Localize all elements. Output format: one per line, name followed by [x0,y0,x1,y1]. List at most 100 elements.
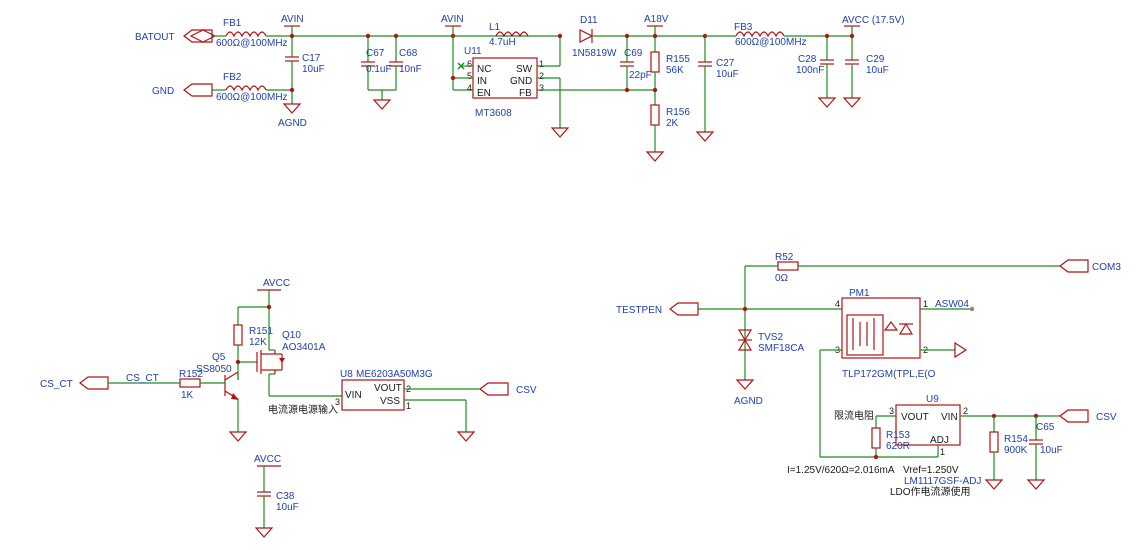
net-label-avcc-1: AVCC [257,278,290,291]
net-port-com3[interactable]: COM3 [1059,259,1121,273]
svg-text:10uF: 10uF [716,69,739,80]
svg-text:AVCC: AVCC [254,454,281,465]
svg-text:IN: IN [477,76,487,87]
svg-text:CSV: CSV [516,385,537,396]
svg-text:2: 2 [539,71,544,81]
svg-text:Q5: Q5 [212,352,226,363]
svg-text:R52: R52 [775,252,794,263]
net-label-agnd-2: AGND [734,396,763,407]
svg-text:CSV: CSV [1096,412,1117,423]
svg-text:ADJ: ADJ [930,435,949,446]
capacitor-c17[interactable]: C17 10uF [285,36,325,75]
svg-text:ME6203A50M3G: ME6203A50M3G [356,369,433,380]
resistor-r156[interactable]: R156 2K [650,104,690,129]
diode-d11[interactable]: D11 1N5819W [572,15,617,59]
capacitor-c27[interactable]: C27 10uF [698,36,739,132]
svg-text:GND: GND [510,76,532,87]
svg-text:0Ω: 0Ω [775,273,789,284]
inductor-l1[interactable]: L1 4.7uH [489,22,529,48]
note-vref: Vref=1.250V [903,465,959,476]
svg-text:C68: C68 [399,48,418,59]
net-port-batout[interactable]: BATOUT [135,29,217,43]
ground-icon [984,479,1004,490]
svg-text:LM1117GSF-ADJ: LM1117GSF-ADJ [904,476,981,487]
note-ldo: LDO作电流源使用 [890,485,971,498]
svg-text:1: 1 [406,401,411,411]
svg-text:5: 5 [467,71,472,81]
svg-text:Q10: Q10 [282,330,301,341]
net-port-gnd[interactable]: GND [152,83,213,97]
svg-text:A18V: A18V [644,14,669,25]
ferrite-fb2[interactable]: FB2 600Ω@100MHz [216,72,288,103]
svg-text:FB3: FB3 [734,22,753,33]
ground-icon [254,527,274,538]
svg-text:2: 2 [963,406,968,416]
net-port-csv-1[interactable]: CSV [479,382,537,396]
ground-icon [550,127,570,138]
svg-text:BATOUT: BATOUT [135,32,175,43]
svg-text:R155: R155 [666,54,690,65]
ic-u8-me6203[interactable]: U8 ME6203A50M3G VIN VOUT VSS 3 2 1 [335,369,433,411]
svg-text:AVIN: AVIN [441,14,464,25]
svg-text:2K: 2K [666,118,679,129]
svg-text:C67: C67 [366,48,385,59]
svg-text:1: 1 [923,299,928,309]
resistor-r155[interactable]: R155 56K [650,36,690,76]
svg-text:R152: R152 [179,369,203,380]
resistor-r151[interactable]: R151 12K [233,324,273,348]
svg-text:VIN: VIN [345,390,362,401]
net-port-cs-ct[interactable]: CS_CT [40,376,109,390]
net-label-avin-1: AVIN [281,14,304,36]
svg-text:VIN: VIN [941,412,958,423]
svg-text:3: 3 [889,406,894,416]
svg-text:1: 1 [539,59,544,69]
capacitor-c69[interactable]: C69 22pF [620,36,652,90]
svg-text:C28: C28 [798,54,817,65]
ground-icon [228,431,248,442]
resistor-r154[interactable]: R154 900K [989,416,1028,480]
svg-text:10nF: 10nF [399,64,422,75]
svg-text:1K: 1K [181,390,194,401]
capacitor-c29[interactable]: C29 10uF [845,36,889,98]
svg-text:3: 3 [539,83,544,93]
svg-text:VSS: VSS [380,396,400,407]
net-label-cs-ct: CS_CT [126,373,159,384]
svg-text:U11: U11 [464,46,482,57]
resistor-r152[interactable]: R152 1K [179,369,203,401]
svg-text:EN: EN [477,88,491,99]
resistor-r153[interactable]: R153 620R [871,427,910,452]
svg-text:C17: C17 [302,53,321,64]
svg-text:600Ω@100MHz: 600Ω@100MHz [735,37,807,48]
ground-agnd-symbol: AGND [278,103,307,129]
svg-text:1N5819W: 1N5819W [572,48,617,59]
net-port-testpen[interactable]: TESTPEN [616,302,699,316]
capacitor-c38[interactable]: C38 10uF [257,466,299,528]
ic-u11-mt3608[interactable]: U11 MT3608 NC IN EN SW GND FB 6 5 4 1 2 … [464,46,544,119]
svg-text:10uF: 10uF [302,64,325,75]
svg-text:4: 4 [467,83,472,93]
net-port-csv-2[interactable]: CSV [1059,409,1117,423]
svg-text:600Ω@100MHz: 600Ω@100MHz [216,92,288,103]
svg-text:VOUT: VOUT [901,412,929,423]
capacitor-c68[interactable]: C68 10nF [389,36,422,90]
svg-text:C65: C65 [1036,422,1055,433]
svg-text:C38: C38 [276,491,295,502]
ferrite-fb3[interactable]: FB3 600Ω@100MHz [734,22,807,48]
capacitor-c65[interactable]: C65 10uF [1029,416,1063,480]
svg-text:900K: 900K [1004,445,1028,456]
svg-text:R151: R151 [249,326,273,337]
tvs-diode-tvs2[interactable]: TVS2 SMF18CA [737,329,804,354]
capacitor-c67[interactable]: C67 0.1uF [361,36,392,90]
svg-text:600Ω@100MHz: 600Ω@100MHz [216,38,288,49]
ferrite-fb1[interactable]: FB1 600Ω@100MHz [216,18,288,49]
net-label-a18v: A18V [644,14,669,36]
ground-icon [645,151,665,162]
net-label-avcc-17v5: AVCC (17.5V) [842,15,905,36]
net-label-avcc-2: AVCC [254,454,281,467]
svg-text:R156: R156 [666,107,690,118]
resistor-r52[interactable]: R52 0Ω [775,252,799,284]
relay-pm1[interactable]: PM1 TLP172GM(TPL,E(O 4 3 1 2 [835,288,936,380]
svg-text:6: 6 [467,59,472,69]
svg-text:1: 1 [940,447,945,457]
svg-text:ASW04: ASW04 [935,299,969,310]
